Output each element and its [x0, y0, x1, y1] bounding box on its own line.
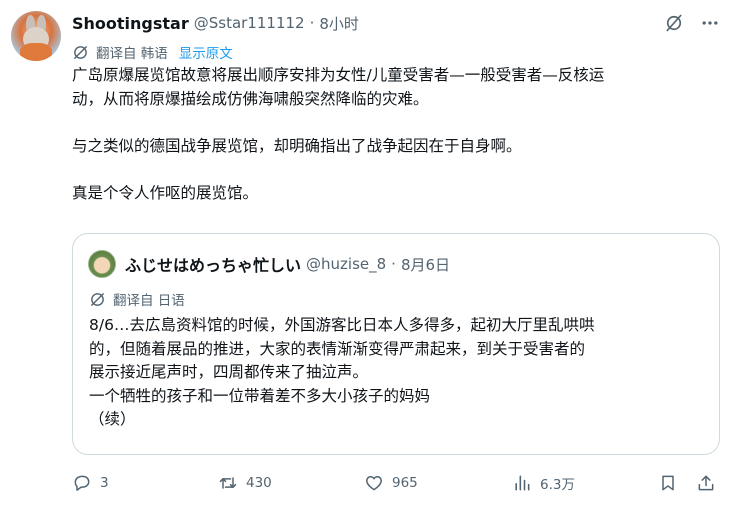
- translation-notice: 翻译自 韩语 显示原文: [72, 42, 233, 62]
- reply-icon: [74, 475, 90, 491]
- author-name[interactable]: Shootingstar: [72, 14, 189, 33]
- quote-header: ふじせはめっちゃ忙しい @huzise_8 · 8月6日: [125, 253, 450, 275]
- header-separator: ·: [309, 14, 315, 32]
- quote-line: 一个牺牲的孩子和一位带着差不多大小孩子的妈妈: [89, 386, 431, 405]
- quote-translation-notice: 翻译自 日语: [89, 289, 185, 309]
- quote-author-avatar: [88, 250, 116, 278]
- tweet-line: 真是个令人作呕的展览馆。: [72, 183, 259, 202]
- quoted-tweet[interactable]: ふじせはめっちゃ忙しい @huzise_8 · 8月6日 翻译自 日语 8/6……: [72, 233, 720, 455]
- retweet-count: 430: [246, 475, 272, 491]
- view-count: 6.3万: [540, 477, 575, 493]
- quote-line: 8/6…去広島资料馆的时候，外国游客比日本人多得多，起初大厅里乱哄哄: [89, 316, 595, 334]
- grok-icon[interactable]: [664, 13, 684, 33]
- author-handle[interactable]: @Sstar111112: [194, 14, 305, 32]
- views-icon: [515, 475, 530, 491]
- action-bar: 3 430 965 6.3万: [72, 470, 722, 496]
- author-avatar[interactable]: [11, 11, 61, 61]
- avatar-body: [20, 43, 52, 61]
- bookmark-button[interactable]: [658, 470, 678, 496]
- retweet-icon: [219, 477, 237, 489]
- bookmark-icon: [662, 475, 674, 491]
- share-icon: [698, 475, 714, 491]
- tweet-line: 动，从而将原爆描绘成仿佛海啸般突然降临的灾难。: [72, 89, 429, 108]
- tweet-body: 广岛原爆展览馆故意将展出顺序安排为女性/儿童受害者—一般受害者—反核运 动，从而…: [72, 64, 722, 205]
- quote-author-handle: @huzise_8: [306, 255, 387, 273]
- quote-date: 8月6日: [400, 255, 451, 274]
- translate-icon: [91, 292, 104, 306]
- quote-line: （续）: [89, 410, 136, 428]
- quote-translated-from-label: 翻译自 日语: [113, 293, 185, 309]
- more-icon[interactable]: [700, 13, 720, 33]
- like-icon: [366, 476, 382, 491]
- reply-count: 3: [100, 475, 109, 491]
- like-button[interactable]: 965: [364, 470, 418, 496]
- quote-header-separator: ·: [391, 255, 396, 273]
- tweet-time[interactable]: 8小时: [319, 13, 359, 34]
- tweet-line: [72, 158, 722, 182]
- tweet-header: Shootingstar @Sstar111112 · 8小时: [72, 12, 359, 34]
- quote-author-name: ふじせはめっちゃ忙しい: [125, 256, 302, 275]
- tweet-line: 广岛原爆展览馆故意将展出顺序安排为女性/儿童受害者—一般受害者—反核运: [72, 66, 605, 84]
- tweet-line: [72, 111, 722, 135]
- reply-button[interactable]: 3: [72, 470, 109, 496]
- quote-body: 8/6…去広島资料馆的时候，外国游客比日本人多得多，起初大厅里乱哄哄 的，但随着…: [89, 314, 709, 432]
- translate-icon: [74, 45, 87, 59]
- tweet-line: 与之类似的德国战争展览馆，却明确指出了战争起因在于自身啊。: [72, 136, 522, 155]
- like-count: 965: [392, 475, 418, 491]
- quote-line: 展示接近尾声时，四周都传来了抽泣声。: [89, 363, 369, 381]
- views-button[interactable]: 6.3万: [512, 470, 575, 496]
- show-original-link[interactable]: 显示原文: [179, 42, 233, 62]
- translated-from-label: 翻译自 韩语: [96, 46, 168, 62]
- share-button[interactable]: [696, 470, 716, 496]
- quote-line: 的，但随着展品的推进，大家的表情渐渐变得严肃起来，到关于受害者的: [89, 339, 586, 358]
- retweet-button[interactable]: 430: [218, 470, 272, 496]
